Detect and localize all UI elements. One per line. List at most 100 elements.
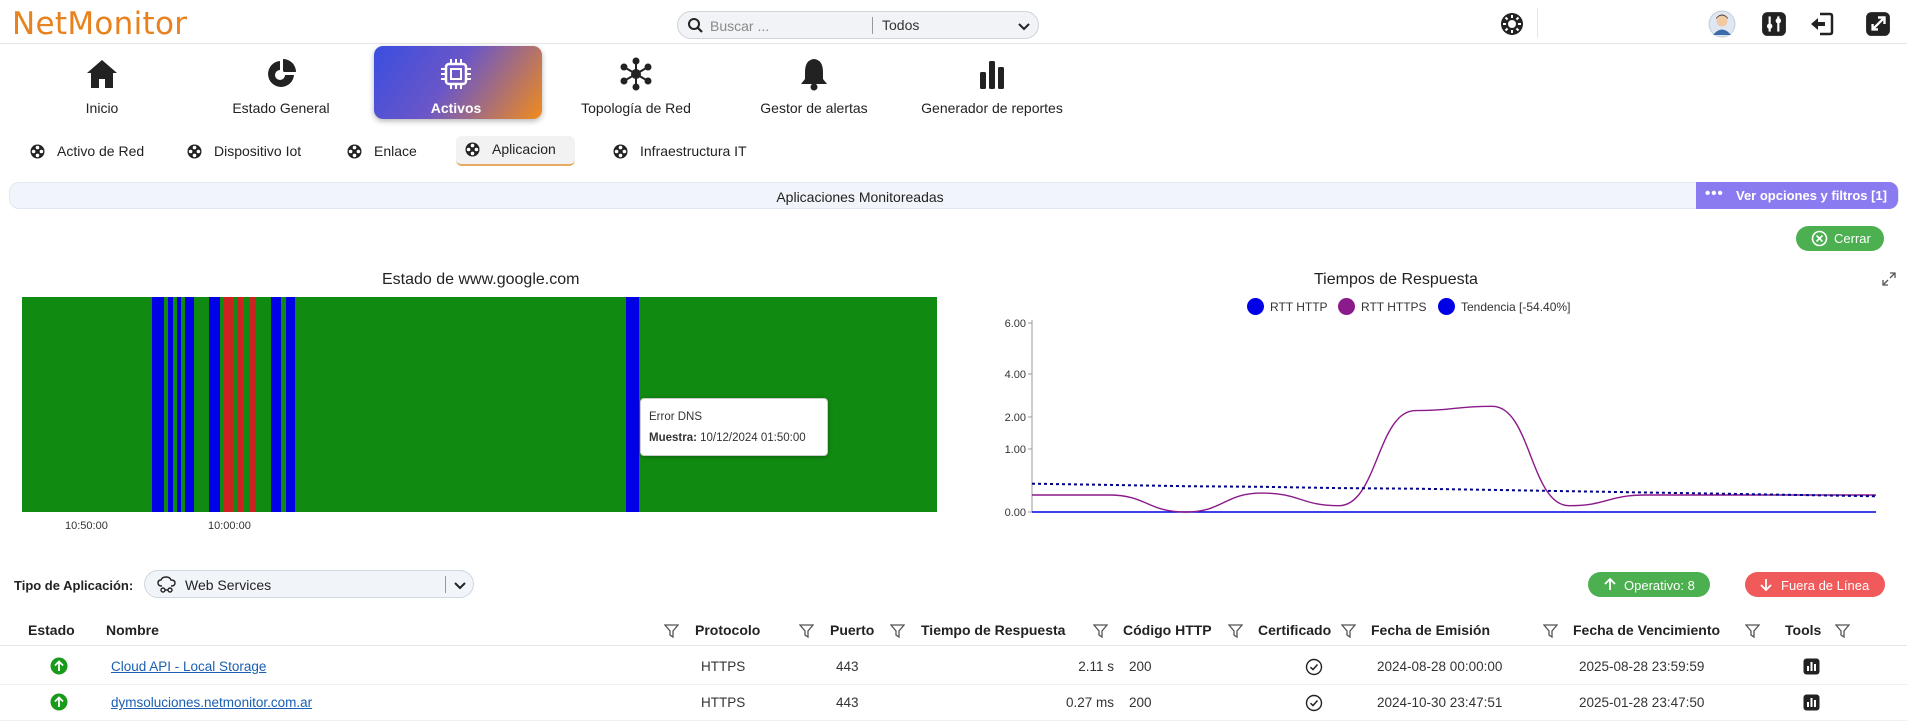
logout-icon[interactable] [1808,11,1834,37]
y-tick-label: 4.00 [1005,369,1026,381]
pie-icon [268,59,296,87]
nav-label: Generador de reportes [921,100,1063,116]
filter-icon[interactable] [1745,624,1760,639]
tipo-select[interactable]: Web Services [144,570,474,598]
col-tiempo-respuesta[interactable]: Tiempo de Respuesta [921,622,1065,638]
close-label: Cerrar [1834,231,1871,246]
col-estado[interactable]: Estado [28,622,75,638]
col-codigo-http[interactable]: Código HTTP [1123,622,1212,638]
section-title: Aplicaciones Monitoreadas [776,189,944,205]
nav-item-inicio[interactable]: Inicio [17,46,187,121]
fuera-de-linea-button[interactable]: Fuera de Línea [1745,572,1885,597]
film-reel-icon [347,144,362,159]
cell-puerto: 443 [836,695,859,710]
status-chart-title: Estado de www.google.com [382,271,580,288]
options-filters-label: Ver opciones y filtros [1] [1736,188,1887,203]
cell-emision: 2024-08-28 00:00:00 [1377,659,1503,674]
table-row[interactable]: Cloud API - Local Storage HTTPS 443 2.11… [0,649,1907,685]
filter-icon[interactable] [1835,624,1850,639]
report-chart-icon[interactable] [1803,694,1820,711]
col-puerto[interactable]: Puerto [830,622,874,638]
cell-puerto: 443 [836,659,859,674]
status-segment-dns [152,297,164,512]
film-reel-icon [465,142,480,157]
search-scope-select[interactable]: Todos [882,17,919,33]
filter-icon[interactable] [1341,624,1356,639]
col-nombre[interactable]: Nombre [106,622,159,638]
settings-icon[interactable] [1499,11,1525,37]
chevron-down-icon[interactable] [453,578,467,592]
cell-nombre[interactable]: dymsoluciones.netmonitor.com.ar [111,695,312,710]
main-nav: Inicio Estado General Activos Topología … [0,46,1907,121]
rtt-chart[interactable]: 6.00 4.00 2.00 1.00 0.00 [990,310,1880,530]
nav-item-gestor-alertas[interactable]: Gestor de alertas [729,46,899,121]
y-tick-label: 2.00 [1005,412,1026,424]
tab-activo-de-red[interactable]: Activo de Red [30,136,160,166]
certificate-check-icon [1305,694,1323,712]
status-segment-down [238,297,243,512]
sub-tabs: Activo de Red Dispositivo Iot Enlace Apl… [0,136,1907,168]
tab-dispositivo-iot[interactable]: Dispositivo Iot [187,136,317,166]
filter-icon[interactable] [799,624,814,639]
rtt-https-line [1031,405,1876,513]
tipo-value: Web Services [185,577,272,593]
nav-item-topologia[interactable]: Topología de Red [551,46,721,121]
table-row[interactable]: dymsoluciones.netmonitor.com.ar HTTPS 44… [0,685,1907,721]
filter-icon[interactable] [664,624,679,639]
app-link[interactable]: dymsoluciones.netmonitor.com.ar [111,695,312,710]
network-icon [620,57,652,91]
avatar[interactable] [1708,10,1736,38]
bell-icon [801,59,827,91]
cell-vencimiento: 2025-08-28 23:59:59 [1579,659,1705,674]
filter-icon[interactable] [1543,624,1558,639]
col-tools[interactable]: Tools [1785,622,1821,638]
tab-enlace[interactable]: Enlace [347,136,427,166]
col-fecha-emision[interactable]: Fecha de Emisión [1371,622,1490,638]
options-filters-button[interactable]: ••• Ver opciones y filtros [1] [1696,182,1898,209]
chevron-down-icon[interactable] [1016,18,1032,34]
filter-icon[interactable] [1093,624,1108,639]
tooltip-sample-label: Muestra: [649,432,697,444]
app-logo[interactable]: NetMonitor [12,6,187,42]
chip-icon [441,59,471,89]
report-chart-icon[interactable] [1803,658,1820,675]
expand-icon[interactable] [1882,272,1896,286]
status-segment-dns [286,297,295,512]
film-reel-icon [187,144,202,159]
operativo-label: Operativo: 8 [1624,578,1695,593]
status-segment-down [224,297,233,512]
home-icon [87,60,117,88]
nav-label: Inicio [85,100,119,116]
external-link-icon[interactable] [1865,11,1891,37]
cell-tiempo: 0.27 ms [1065,695,1114,710]
col-protocolo[interactable]: Protocolo [695,622,760,638]
arrow-up-icon [1604,578,1616,590]
tipo-label: Tipo de Aplicación: [14,578,134,593]
table-header: Estado Nombre Protocolo Puerto Tiempo de… [0,614,1907,646]
close-circle-icon [1811,230,1828,247]
top-bar: NetMonitor Todos [0,0,1907,44]
filter-icon[interactable] [890,624,905,639]
nav-item-generador-reportes[interactable]: Generador de reportes [907,46,1077,121]
search-divider [872,17,873,34]
tab-infraestructura-it[interactable]: Infraestructura IT [613,136,763,166]
col-fecha-vencimiento[interactable]: Fecha de Vencimiento [1573,622,1720,638]
close-button[interactable]: Cerrar [1796,226,1884,251]
chart-tooltip: Error DNS Muestra: 10/12/2024 01:50:00 [640,398,828,456]
cell-protocolo: HTTPS [701,695,746,710]
status-segment-down [249,297,256,512]
status-segment-dns [168,297,173,512]
nav-item-activos[interactable]: Activos [371,46,542,121]
status-up-icon [50,693,68,711]
status-x-tick: 10:00:00 [208,520,251,532]
filter-icon[interactable] [1228,624,1243,639]
tab-aplicacion[interactable]: Aplicacion [456,136,575,166]
cell-codigo: 200 [1129,695,1152,710]
app-link[interactable]: Cloud API - Local Storage [111,659,266,674]
tab-label: Infraestructura IT [640,143,747,159]
col-certificado[interactable]: Certificado [1258,622,1331,638]
sliders-icon[interactable] [1761,11,1787,37]
nav-item-estado-general[interactable]: Estado General [196,46,366,121]
cell-nombre[interactable]: Cloud API - Local Storage [111,659,266,674]
operativo-button[interactable]: Operativo: 8 [1588,572,1710,597]
